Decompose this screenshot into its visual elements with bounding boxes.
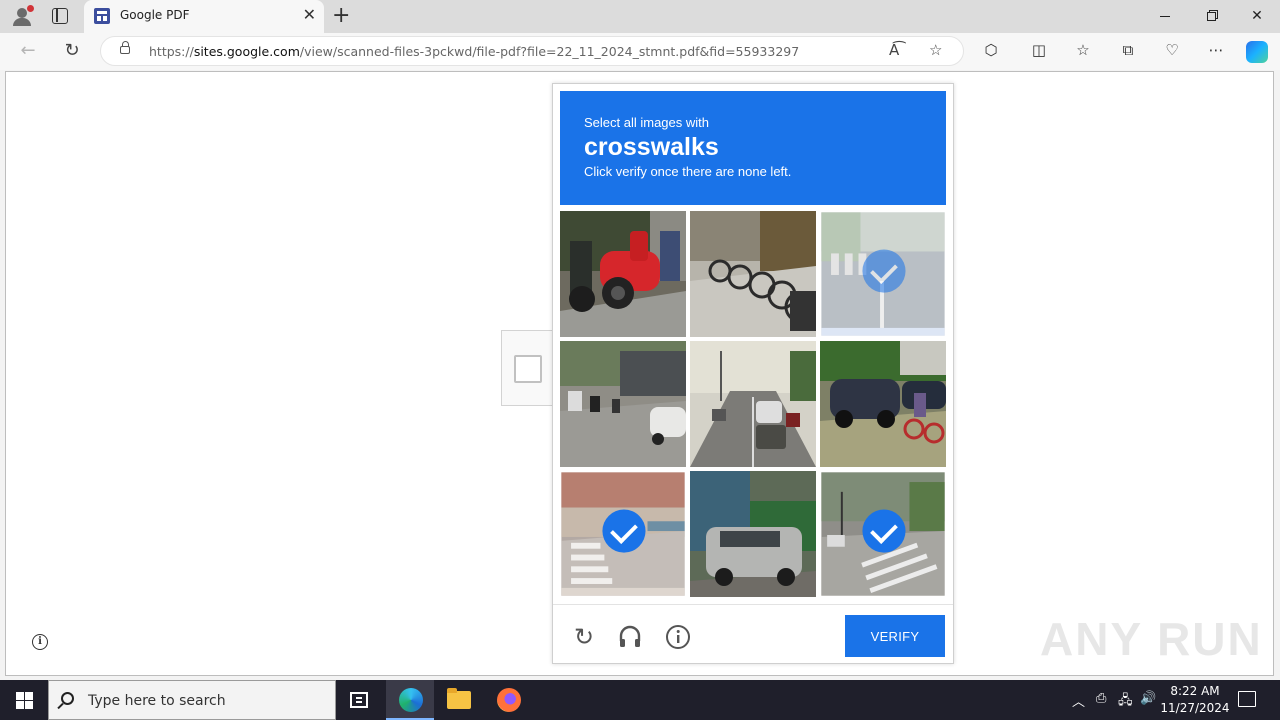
tray-overflow-chevron-icon[interactable]: ︿ <box>1072 691 1085 710</box>
firefox-icon <box>497 688 521 712</box>
new-tab-icon[interactable]: + <box>332 3 350 29</box>
captcha-tile-3[interactable] <box>821 212 945 336</box>
page-viewport: i Select all images with crosswalks Clic… <box>5 71 1274 676</box>
captcha-tile-5[interactable] <box>690 341 816 467</box>
profile-icon[interactable] <box>10 5 34 27</box>
reload-icon[interactable]: ↻ <box>571 624 597 650</box>
notification-center-icon[interactable] <box>1238 691 1256 707</box>
captcha-tile-6[interactable] <box>820 341 946 467</box>
lock-icon[interactable] <box>120 41 130 54</box>
back-arrow-icon[interactable]: ← <box>14 39 42 63</box>
windows-start-icon[interactable] <box>0 680 48 720</box>
clock-date: 11/27/2024 <box>1160 701 1230 715</box>
prompt-line: Select all images with <box>584 115 709 130</box>
prompt-target: crosswalks <box>584 133 719 161</box>
task-view-icon <box>350 692 368 708</box>
captcha-tile-2[interactable] <box>690 211 816 337</box>
taskbar-file-explorer[interactable] <box>435 680 483 720</box>
collections-icon[interactable]: ⧉ <box>1117 39 1139 61</box>
google-sites-favicon-icon <box>94 8 110 24</box>
volume-icon[interactable]: 🔊 <box>1140 691 1156 706</box>
refresh-icon[interactable]: ↻ <box>58 39 86 63</box>
captcha-prompt: Select all images with crosswalks Click … <box>560 91 946 205</box>
captcha-tile-7[interactable] <box>561 472 685 596</box>
search-placeholder: Type here to search <box>88 693 226 709</box>
tray-device-icon[interactable]: ⎙ <box>1096 691 1106 706</box>
tab-google-pdf[interactable]: Google PDF ✕ <box>84 0 324 33</box>
captcha-tile-1[interactable] <box>560 211 686 337</box>
extensions-icon[interactable]: ⬡ <box>980 39 1002 61</box>
captcha-tile-4[interactable] <box>560 341 686 467</box>
task-view-button[interactable] <box>336 680 384 720</box>
tab-actions-icon[interactable] <box>52 8 68 24</box>
browser-toolbar: ← ↻ https://sites.google.com/view/scanne… <box>0 33 1280 70</box>
search-icon <box>61 692 74 705</box>
settings-more-icon[interactable]: ⋯ <box>1205 39 1227 61</box>
captcha-image-grid <box>560 211 946 597</box>
restore-button[interactable] <box>1188 0 1234 33</box>
captcha-tile-9[interactable] <box>821 472 945 596</box>
captcha-tile-8[interactable] <box>690 471 816 597</box>
taskbar-firefox[interactable] <box>484 680 532 720</box>
selected-check-icon <box>602 509 646 553</box>
info-icon[interactable]: i <box>32 634 48 650</box>
selected-check-icon <box>862 509 906 553</box>
favorites-icon[interactable]: ☆ <box>1072 39 1094 61</box>
captcha-anchor <box>501 330 557 406</box>
taskbar-search-box[interactable]: Type here to search <box>48 680 336 720</box>
tab-close-icon[interactable]: ✕ <box>303 6 316 24</box>
split-screen-icon[interactable]: ◫ <box>1028 39 1050 61</box>
close-window-button[interactable]: ✕ <box>1234 0 1280 33</box>
taskbar-clock[interactable]: 8:22 AM 11/27/2024 <box>1160 683 1230 717</box>
windows-taskbar: Type here to search ︿ ⎙ 🖧 🔊 8:22 AM 11/2… <box>0 680 1280 720</box>
taskbar-edge[interactable] <box>386 680 434 720</box>
network-icon[interactable]: 🖧 <box>1118 691 1133 713</box>
browser-essentials-icon[interactable]: ♡ <box>1161 39 1183 61</box>
captcha-checkbox[interactable] <box>514 355 542 383</box>
captcha-challenge: Select all images with crosswalks Click … <box>552 83 954 664</box>
tab-strip: Google PDF ✕ + ✕ <box>0 0 1280 33</box>
folder-icon <box>447 688 471 709</box>
edge-icon <box>399 688 423 712</box>
prompt-instructions: Click verify once there are none left. <box>584 164 792 179</box>
verify-button[interactable]: VERIFY <box>845 615 945 657</box>
help-info-icon[interactable] <box>665 624 691 650</box>
minimize-button[interactable] <box>1142 0 1188 33</box>
url-text[interactable]: https://sites.google.com/view/scanned-fi… <box>149 44 799 59</box>
tab-title: Google PDF <box>120 8 190 22</box>
selected-check-icon <box>862 249 906 293</box>
clock-time: 8:22 AM <box>1170 684 1220 698</box>
read-aloud-icon[interactable]: A͡ <box>889 41 899 59</box>
favorite-star-icon[interactable]: ☆ <box>929 41 942 59</box>
copilot-icon[interactable] <box>1246 41 1268 63</box>
audio-challenge-icon[interactable] <box>617 624 643 650</box>
anyrun-watermark: ANY RUN <box>1040 613 1263 665</box>
captcha-footer: ↻ VERIFY <box>553 604 953 664</box>
address-bar[interactable]: https://sites.google.com/view/scanned-fi… <box>100 36 964 66</box>
